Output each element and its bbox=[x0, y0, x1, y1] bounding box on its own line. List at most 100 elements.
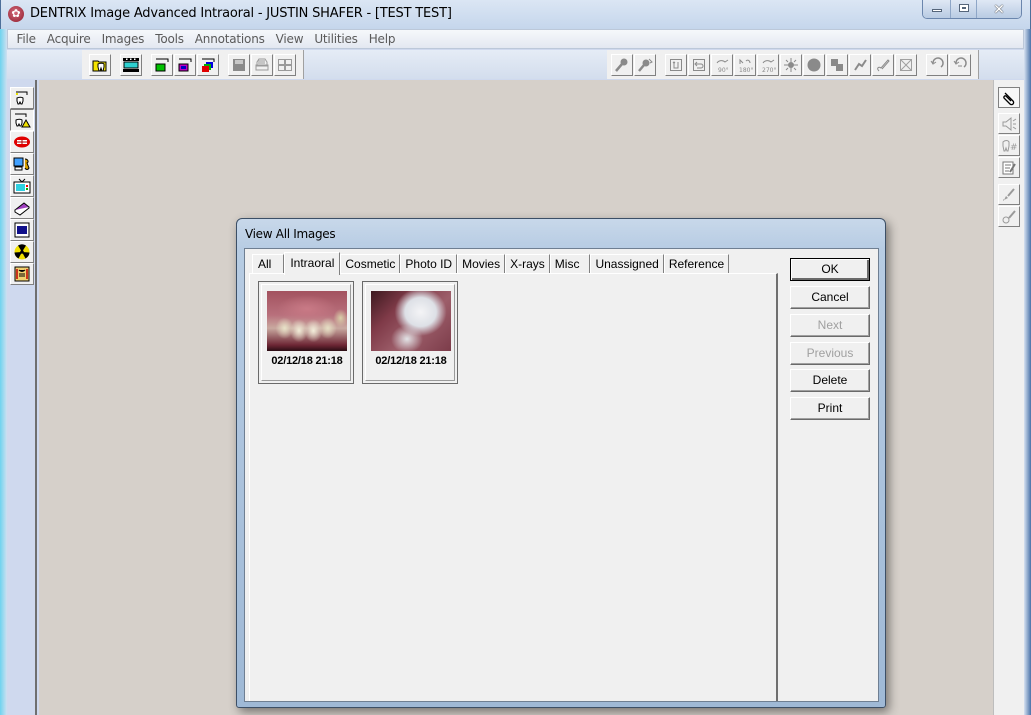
previous-button[interactable]: Previous bbox=[790, 342, 870, 365]
print-icon bbox=[255, 58, 269, 70]
title-bar: ✿ DENTRIX Image Advanced Intraoral - JUS… bbox=[0, 0, 1031, 29]
cosmetic-lips-button[interactable] bbox=[10, 131, 34, 153]
reset-button[interactable] bbox=[949, 53, 971, 76]
notes-button[interactable] bbox=[998, 157, 1020, 178]
intraoral-image-molar bbox=[371, 291, 451, 351]
menu-help[interactable]: Help bbox=[363, 32, 401, 46]
print-button[interactable] bbox=[251, 53, 273, 76]
movies-button[interactable] bbox=[10, 175, 34, 197]
tab-photo-id[interactable]: Photo ID bbox=[400, 254, 458, 274]
flip-vertical-button[interactable] bbox=[665, 53, 687, 76]
left-tool-panel bbox=[7, 80, 37, 715]
tab-all[interactable]: All bbox=[252, 254, 285, 274]
layout-double-icon bbox=[178, 58, 192, 71]
menu-annotations[interactable]: Annotations bbox=[189, 32, 270, 46]
draw-arrow-button[interactable] bbox=[998, 184, 1020, 205]
photo-id-button[interactable] bbox=[10, 153, 34, 175]
layout-single-icon bbox=[155, 58, 169, 71]
window-frame-left bbox=[0, 29, 7, 715]
monitor-button[interactable] bbox=[10, 219, 34, 241]
undo-button[interactable] bbox=[926, 53, 948, 76]
rotate-270-button[interactable]: 270° bbox=[757, 53, 779, 76]
dentrix-logo-icon[interactable]: ✿ bbox=[8, 6, 24, 22]
menu-file[interactable]: File bbox=[11, 32, 41, 46]
svg-text:#: # bbox=[1010, 143, 1017, 153]
flip-vertical-icon bbox=[670, 58, 682, 71]
tab-misc[interactable]: Misc bbox=[549, 254, 591, 274]
audio-note-button[interactable] bbox=[998, 113, 1020, 134]
tab-unassigned[interactable]: Unassigned bbox=[590, 254, 664, 274]
zoom-rotate-button[interactable] bbox=[634, 53, 656, 76]
brightness-button[interactable] bbox=[780, 53, 802, 76]
layout-single-button[interactable] bbox=[151, 53, 173, 76]
layout-double-button[interactable] bbox=[174, 53, 196, 76]
svg-text:270°: 270° bbox=[762, 67, 776, 73]
close-button[interactable]: ✕ bbox=[976, 0, 1021, 18]
crop-button[interactable] bbox=[895, 53, 917, 76]
window-frame-right bbox=[1024, 29, 1031, 715]
reference-book-button[interactable] bbox=[10, 197, 34, 219]
rotate-90-icon: 90° bbox=[716, 59, 729, 73]
attach-button[interactable] bbox=[998, 87, 1020, 108]
tooth-number-button[interactable]: # bbox=[998, 135, 1020, 156]
maximize-icon bbox=[958, 4, 969, 12]
category-tabs: All Intraoral Cosmetic Photo ID Movies X… bbox=[252, 252, 730, 275]
menu-view[interactable]: View bbox=[270, 32, 309, 46]
tab-movies[interactable]: Movies bbox=[457, 254, 506, 274]
flip-horizontal-button[interactable] bbox=[688, 53, 710, 76]
menu-images[interactable]: Images bbox=[96, 32, 150, 46]
rotate-90-button[interactable]: 90° bbox=[711, 53, 733, 76]
draw-circle-button[interactable] bbox=[998, 206, 1020, 227]
zoom-button[interactable] bbox=[611, 53, 633, 76]
xray-button[interactable] bbox=[10, 241, 34, 263]
tab-reference[interactable]: Reference bbox=[663, 254, 730, 274]
sharpen-button[interactable] bbox=[849, 53, 871, 76]
save-button[interactable] bbox=[228, 53, 250, 76]
tab-x-rays[interactable]: X-rays bbox=[505, 254, 550, 274]
invert-button[interactable] bbox=[826, 53, 848, 76]
open-patient-button[interactable] bbox=[89, 53, 111, 76]
panoramic-button[interactable] bbox=[10, 263, 34, 285]
dialog-body: All Intraoral Cosmetic Photo ID Movies X… bbox=[244, 248, 879, 702]
maximize-button[interactable] bbox=[950, 0, 976, 18]
ok-button[interactable]: OK bbox=[790, 258, 870, 281]
menu-utilities[interactable]: Utilities bbox=[309, 32, 363, 46]
layout-multi-icon bbox=[202, 58, 215, 72]
flip-horizontal-icon bbox=[693, 58, 705, 71]
contrast-button[interactable] bbox=[803, 53, 825, 76]
next-button[interactable]: Next bbox=[790, 314, 870, 337]
menu-acquire[interactable]: Acquire bbox=[41, 32, 96, 46]
sharpen-icon bbox=[854, 58, 867, 71]
grid-layout-button[interactable] bbox=[274, 53, 296, 76]
minimize-button[interactable] bbox=[923, 0, 950, 18]
svg-text:180°: 180° bbox=[739, 67, 753, 73]
tab-cosmetic[interactable]: Cosmetic bbox=[340, 254, 401, 274]
brightness-icon bbox=[784, 57, 798, 72]
zoom-icon bbox=[615, 58, 628, 72]
measure-button[interactable] bbox=[872, 53, 894, 76]
intraoral-camera-alert-icon bbox=[15, 113, 31, 128]
toolbar-main bbox=[82, 50, 304, 79]
intraoral-image-lower-teeth bbox=[267, 291, 347, 351]
filmstrip-button[interactable] bbox=[120, 53, 142, 76]
menu-tools[interactable]: Tools bbox=[150, 32, 190, 46]
contrast-icon bbox=[807, 58, 821, 71]
cancel-button[interactable]: Cancel bbox=[790, 286, 870, 309]
measure-icon bbox=[877, 58, 890, 71]
image-thumbnail[interactable]: 02/12/18 21:18 bbox=[258, 281, 354, 384]
grid-icon bbox=[278, 58, 292, 71]
print-button[interactable]: Print bbox=[790, 397, 870, 420]
rotate-180-button[interactable]: 180° bbox=[734, 53, 756, 76]
open-patient-icon bbox=[92, 60, 107, 71]
dialog-title: View All Images bbox=[245, 227, 336, 241]
intraoral-camera-button[interactable] bbox=[10, 87, 34, 109]
rotate-270-icon: 270° bbox=[762, 59, 776, 73]
paperclip-icon bbox=[1003, 92, 1015, 105]
image-thumbnail[interactable]: 02/12/18 21:18 bbox=[362, 281, 458, 384]
delete-button[interactable]: Delete bbox=[790, 369, 870, 392]
layout-multi-button[interactable] bbox=[197, 53, 219, 76]
tab-intraoral[interactable]: Intraoral bbox=[284, 252, 341, 275]
intraoral-camera-alert-button[interactable] bbox=[10, 109, 34, 131]
rotate-180-icon: 180° bbox=[739, 58, 753, 73]
movie-tv-icon bbox=[13, 178, 31, 194]
